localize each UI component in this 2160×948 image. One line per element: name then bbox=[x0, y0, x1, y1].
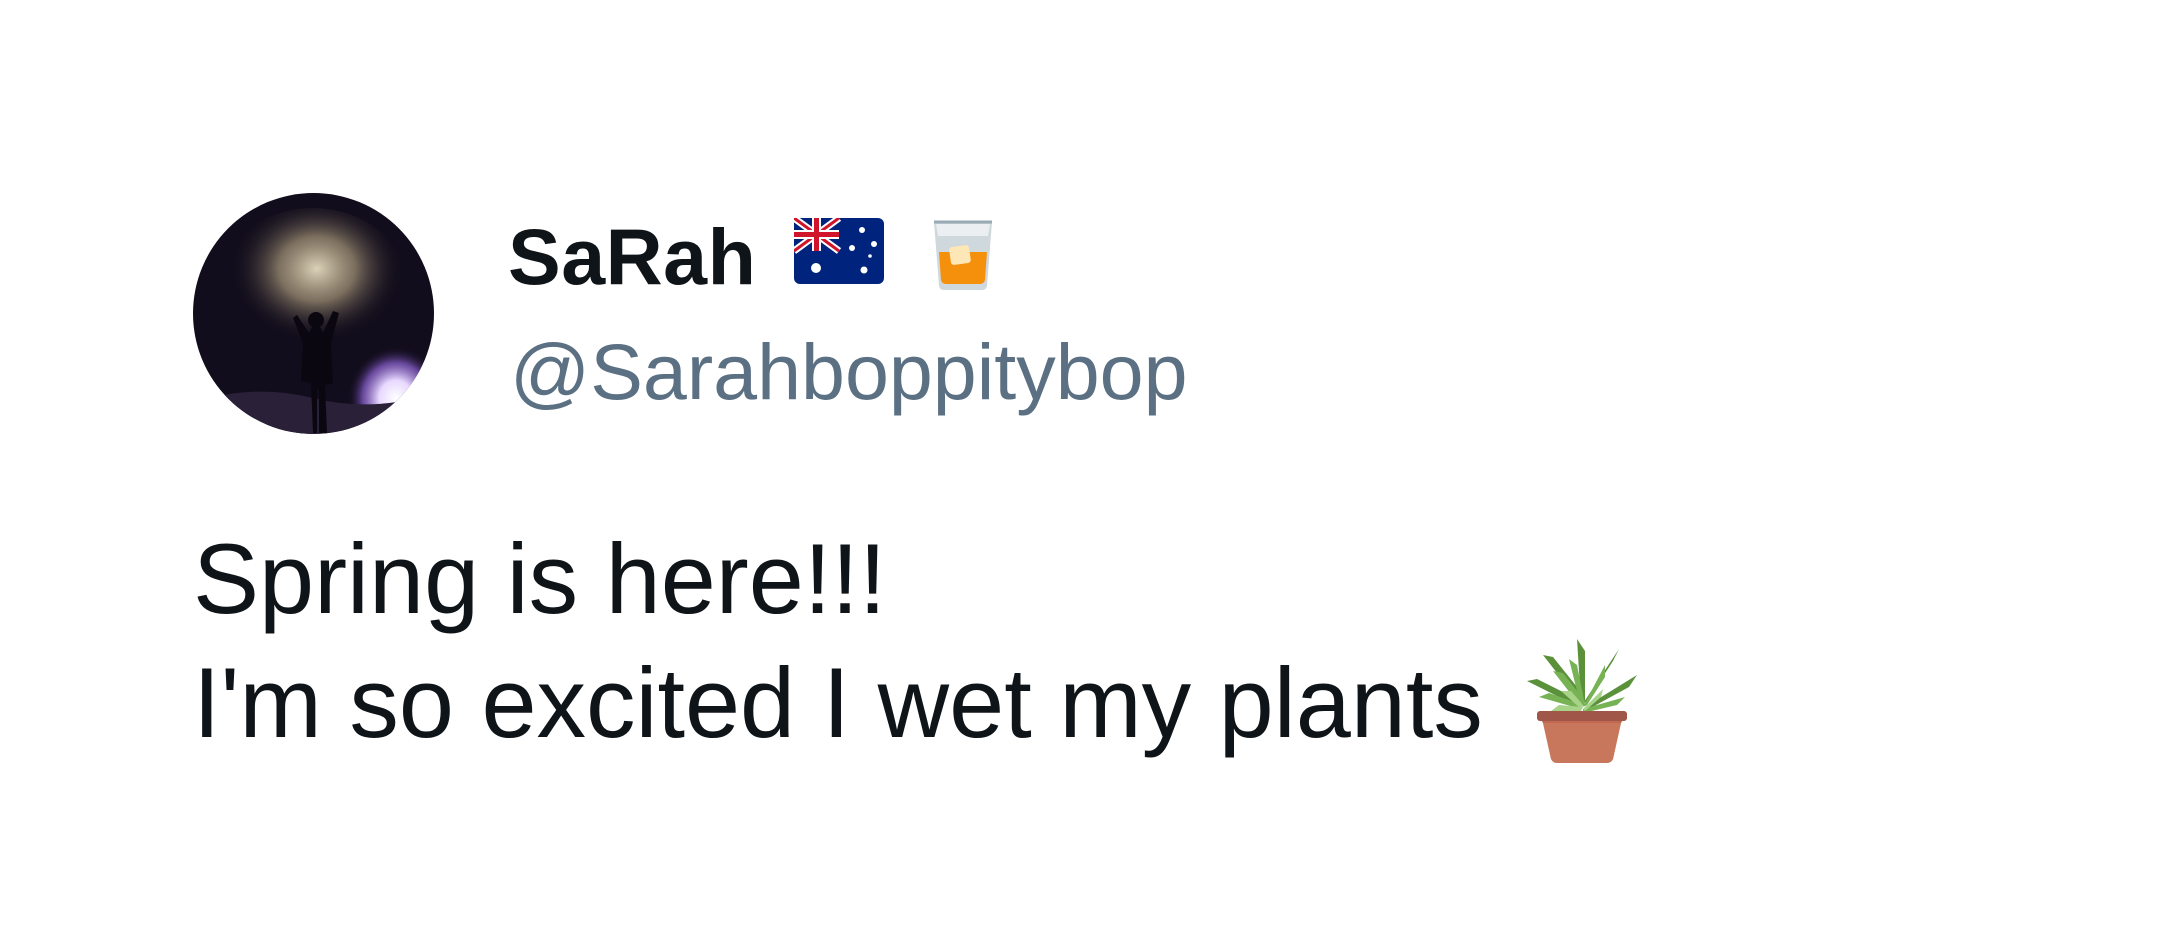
tweet-line-1: Spring is here!!! bbox=[193, 517, 1641, 641]
australia-flag-icon bbox=[792, 215, 885, 284]
display-name[interactable]: SaRah bbox=[508, 212, 756, 302]
tweet-line-text: Spring is here!!! bbox=[193, 523, 887, 634]
tweet-card: SaRah @Sarahboppitybop Spring is here!!!… bbox=[0, 0, 2160, 948]
avatar-image bbox=[193, 193, 434, 434]
tumbler-glass-icon bbox=[930, 218, 996, 292]
avatar[interactable] bbox=[193, 193, 434, 434]
username[interactable]: @Sarahboppitybop bbox=[510, 326, 1188, 418]
tweet-line-2: I'm so excited I wet my plants bbox=[193, 639, 1641, 765]
tweet-line-text: I'm so excited I wet my plants bbox=[193, 647, 1483, 758]
tweet-text: Spring is here!!! I'm so excited I wet m… bbox=[193, 517, 1641, 765]
display-name-row: SaRah bbox=[508, 212, 996, 302]
potted-plant-icon bbox=[1523, 635, 1641, 765]
